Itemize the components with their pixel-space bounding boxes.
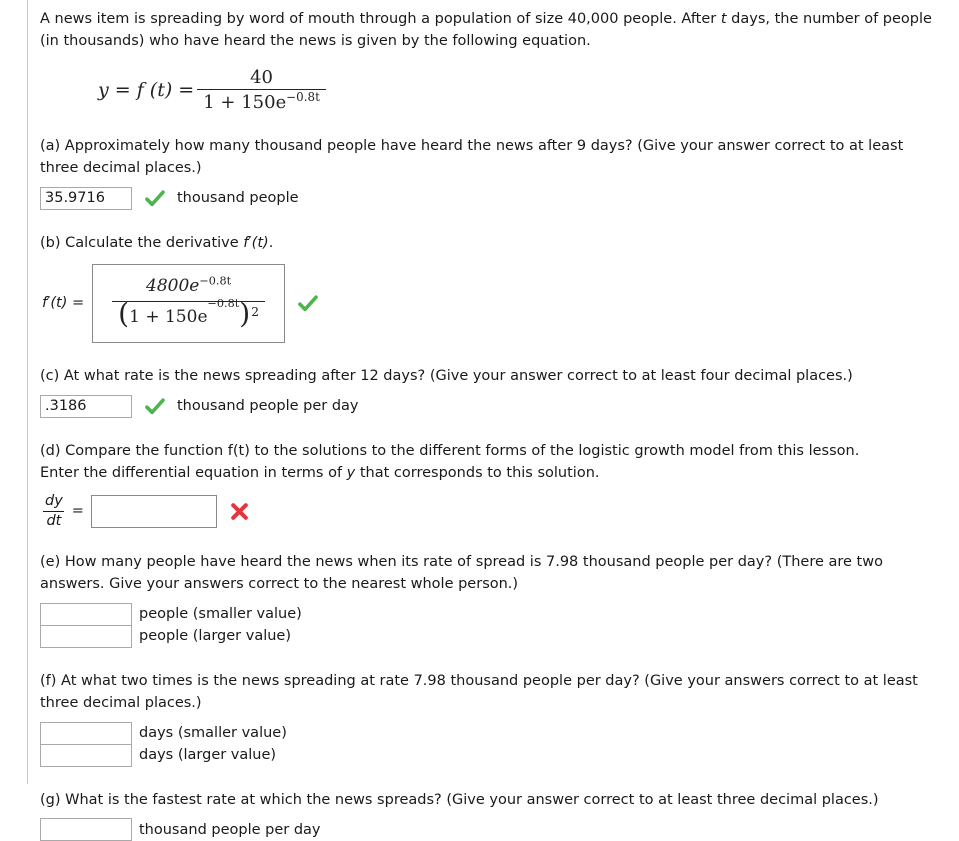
dy-dt-numerator: dy: [45, 493, 63, 510]
part-e-unit-label-larger: people (larger value): [139, 628, 291, 645]
part-c-unit-label: thousand people per day: [177, 397, 359, 414]
part-d-question-line2-before: Enter the differential equation in terms…: [40, 464, 347, 481]
part-g-unit-label: thousand people per day: [139, 821, 321, 838]
part-b-numerator-base: 4800e: [146, 276, 200, 297]
part-b-denominator-power: 2: [251, 304, 260, 319]
part-b-question-text: (b) Calculate the derivative: [40, 234, 244, 251]
part-d-question-line1: (d) Compare the function f(t) to the sol…: [40, 442, 860, 459]
part-a-unit-label: thousand people: [177, 190, 299, 207]
part-b-numerator-exponent: −0.8t: [199, 274, 232, 288]
left-divider-rule: [27, 0, 28, 784]
part-f-answer-group: days (smaller value) days (larger value): [40, 721, 955, 767]
main-equation-denominator: 1 + 150e−0.8t: [197, 88, 326, 113]
part-e: (e) How many people have heard the news …: [40, 551, 955, 648]
part-c-question: (c) At what rate is the news spreading a…: [40, 368, 853, 385]
part-b-denominator: (1 + 150e −0.8t) 2: [112, 296, 266, 332]
part-f-input-smaller[interactable]: [40, 721, 132, 745]
part-a-status-correct-icon: [142, 187, 168, 209]
dy-dt-fraction: dy dt: [42, 493, 66, 529]
part-g-answer-group: thousand people per day: [40, 818, 955, 841]
part-d-answer-row: dy dt =: [40, 493, 955, 529]
question-body: A news item is spreading by word of mout…: [40, 0, 955, 841]
part-b-answer-row: f′(t) = 4800e−0.8t (1 + 150e −0.8t) 2: [40, 264, 955, 344]
main-equation-numerator: 40: [250, 66, 273, 88]
part-b-answer-label: f′(t) =: [42, 292, 84, 314]
part-b: (b) Calculate the derivative f′(t). f′(t…: [40, 232, 955, 344]
part-g-input[interactable]: [40, 818, 132, 841]
part-g-answer-row: thousand people per day: [40, 818, 955, 841]
part-f-question: (f) At what two times is the news spread…: [40, 672, 918, 712]
part-d-equals-sign: =: [71, 502, 84, 519]
part-c-input[interactable]: [40, 394, 132, 418]
part-c: (c) At what rate is the news spreading a…: [40, 365, 955, 418]
part-a-input[interactable]: [40, 186, 132, 210]
main-equation-lhs: y = f (t) =: [98, 78, 195, 101]
part-f-answer-row-larger: days (larger value): [40, 743, 955, 767]
part-a-answer-row: thousand people: [40, 186, 955, 210]
part-f: (f) At what two times is the news spread…: [40, 670, 955, 767]
part-b-fraction: 4800e−0.8t (1 + 150e −0.8t) 2: [112, 273, 266, 332]
main-equation-fraction: 40 1 + 150e−0.8t: [197, 67, 326, 113]
dy-dt-denominator: dt: [43, 510, 65, 529]
part-d-question-line2-after: that corresponds to this solution.: [355, 464, 600, 481]
problem-statement-part1: A news item is spreading by word of mout…: [40, 11, 721, 27]
part-b-question: (b) Calculate the derivative f′(t).: [40, 232, 940, 254]
main-equation-denominator-base: 1 + 150e: [203, 91, 287, 113]
part-b-status-correct-icon: [295, 293, 321, 315]
part-e-answer-group: people (smaller value) people (larger va…: [40, 602, 955, 648]
part-e-input-smaller[interactable]: [40, 602, 132, 626]
main-equation-denominator-exponent: −0.8t: [286, 89, 320, 104]
part-b-answer-label-fn: f′(t): [42, 295, 68, 312]
part-b-denominator-base: 1 + 150e: [129, 306, 208, 327]
variable-y: y: [346, 464, 356, 481]
part-e-question: (e) How many people have heard the news …: [40, 553, 883, 593]
part-b-question-symbol: f′(t): [243, 234, 269, 251]
part-d: (d) Compare the function f(t) to the sol…: [40, 440, 955, 529]
part-a-question: (a) Approximately how many thousand peop…: [40, 137, 904, 177]
part-c-status-correct-icon: [142, 395, 168, 417]
part-g-question: (g) What is the fastest rate at which th…: [40, 791, 879, 808]
part-e-answer-row-larger: people (larger value): [40, 624, 955, 648]
right-paren: ): [239, 296, 251, 330]
part-e-answer-row-smaller: people (smaller value): [40, 602, 955, 626]
part-a: (a) Approximately how many thousand peop…: [40, 135, 955, 210]
part-d-question-line2: Enter the differential equation in terms…: [40, 462, 940, 484]
part-e-input-larger[interactable]: [40, 624, 132, 648]
part-d-input[interactable]: [90, 494, 217, 528]
part-c-answer-row: thousand people per day: [40, 394, 955, 418]
part-f-unit-label-smaller: days (smaller value): [139, 725, 287, 742]
part-b-answer-label-equals: =: [67, 295, 85, 312]
part-f-answer-row-smaller: days (smaller value): [40, 721, 955, 745]
part-f-unit-label-larger: days (larger value): [139, 747, 277, 764]
part-g: (g) What is the fastest rate at which th…: [40, 789, 955, 841]
part-b-question-period: .: [268, 234, 274, 251]
part-f-input-larger[interactable]: [40, 743, 132, 767]
main-equation: y = f (t) = 40 1 + 150e−0.8t: [98, 67, 955, 113]
part-e-unit-label-smaller: people (smaller value): [139, 606, 302, 623]
left-paren: (: [118, 296, 130, 330]
problem-statement: A news item is spreading by word of mout…: [40, 8, 942, 53]
part-b-answer-box[interactable]: 4800e−0.8t (1 + 150e −0.8t) 2: [92, 264, 286, 344]
part-d-status-incorrect-icon: [227, 500, 253, 522]
